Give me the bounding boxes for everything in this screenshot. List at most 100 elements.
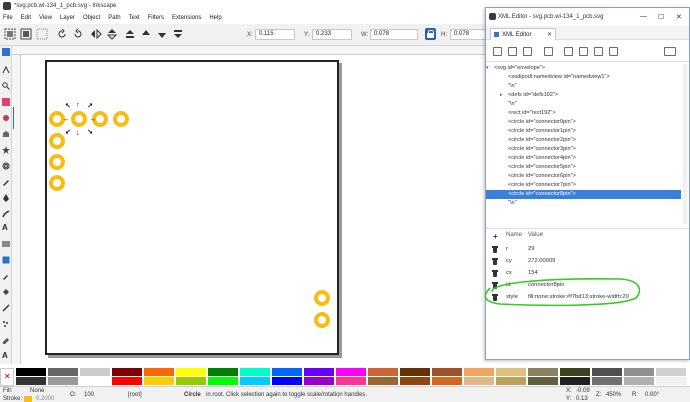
tree-node[interactable]: "\n" (486, 82, 681, 91)
node-tool-icon[interactable] (2, 65, 10, 74)
palette-swatch[interactable] (592, 368, 622, 376)
connector-circle-selected[interactable] (71, 111, 87, 127)
scale-handle-w[interactable]: ← (63, 116, 70, 123)
lower-node-icon[interactable] (609, 47, 618, 56)
palette-swatch[interactable] (48, 377, 78, 385)
palette-swatch[interactable] (624, 368, 654, 376)
tab-xml-editor[interactable]: XML Editor ✕ (490, 28, 556, 40)
palette-swatch[interactable] (272, 368, 302, 376)
palette-swatch[interactable] (656, 377, 686, 385)
palette-swatch[interactable] (176, 377, 206, 385)
rotate-cw-icon[interactable] (72, 28, 84, 40)
palette-swatch[interactable] (496, 377, 526, 385)
indent-node-icon[interactable] (579, 47, 588, 56)
palette-swatch[interactable] (240, 377, 270, 385)
palette-swatch[interactable] (16, 377, 46, 385)
connector-circle[interactable] (314, 312, 330, 328)
zoom-tool-icon[interactable] (2, 82, 10, 90)
palette-swatch[interactable] (272, 377, 302, 385)
connector-circle[interactable] (113, 111, 129, 127)
palette-swatch[interactable] (496, 368, 526, 376)
y-field[interactable]: 0.233 (312, 29, 352, 40)
palette-swatch[interactable] (368, 368, 398, 376)
connector-circle[interactable] (49, 133, 65, 149)
palette-swatch[interactable] (592, 377, 622, 385)
palette-swatch[interactable] (144, 368, 174, 376)
tree-node[interactable]: <circle id="connector7pin"> (486, 181, 681, 190)
palette-swatch[interactable] (432, 368, 462, 376)
palette-swatch[interactable] (336, 368, 366, 376)
fill-value[interactable]: None (30, 388, 44, 394)
duplicate-node-icon[interactable] (523, 47, 532, 56)
ellipse-tool-icon[interactable] (2, 114, 10, 122)
star-tool-icon[interactable] (2, 146, 10, 154)
attribute-row[interactable]: r 29 (486, 244, 689, 255)
menu-edit[interactable]: Edit (21, 15, 31, 21)
attribute-value[interactable]: 272.00009 (528, 256, 555, 267)
new-text-node-icon[interactable] (508, 47, 517, 56)
layout-options-icon[interactable] (664, 47, 676, 56)
x-field[interactable]: 0.115 (255, 29, 295, 40)
palette-swatch[interactable] (208, 368, 238, 376)
palette-swatch[interactable] (112, 368, 142, 376)
tree-node[interactable]: <rect id="rect192"> (486, 109, 681, 118)
palette-swatch[interactable] (560, 377, 590, 385)
palette-swatch[interactable] (80, 368, 110, 376)
unindent-node-icon[interactable] (564, 47, 573, 56)
w-field[interactable]: 0.078 (370, 29, 418, 40)
tree-node[interactable]: <circle id="connector0pin"> (486, 118, 681, 127)
tree-node[interactable]: "\n" (486, 199, 681, 208)
tree-scrollbar[interactable] (683, 64, 687, 224)
paint-bucket-tool-icon[interactable] (2, 288, 10, 296)
menu-help[interactable]: Help (209, 15, 221, 21)
menu-extensions[interactable]: Extensions (172, 15, 201, 21)
scale-handle-sw[interactable]: ↙ (65, 129, 71, 136)
raise-to-top-icon[interactable] (124, 28, 136, 40)
palette-swatch[interactable] (400, 368, 430, 376)
tweak-tool-icon[interactable] (2, 304, 10, 312)
scale-handle-nw[interactable]: ↖ (65, 103, 71, 110)
palette-swatch[interactable] (528, 377, 558, 385)
menu-view[interactable]: View (39, 15, 52, 21)
palette-swatch[interactable] (432, 377, 462, 385)
palette-swatch[interactable] (464, 377, 494, 385)
attribute-row[interactable]: cy 272.00009 (486, 256, 689, 267)
palette-swatch[interactable] (176, 368, 206, 376)
palette-swatch[interactable] (464, 368, 494, 376)
deselect-icon[interactable] (36, 28, 48, 40)
spray-tool-icon[interactable] (2, 320, 10, 328)
palette-swatch[interactable] (240, 368, 270, 376)
palette-swatch[interactable] (112, 377, 142, 385)
tree-node[interactable]: "\n" (486, 100, 681, 109)
spiral-tool-icon[interactable] (2, 162, 10, 170)
lower-to-bottom-icon[interactable] (172, 28, 184, 40)
palette-swatch[interactable] (208, 377, 238, 385)
stroke-swatch[interactable] (24, 396, 32, 402)
connector-circle[interactable] (49, 154, 65, 170)
close-icon[interactable]: ✕ (676, 13, 682, 21)
minimize-icon[interactable]: — (640, 13, 647, 20)
palette-swatch[interactable] (368, 377, 398, 385)
tree-node[interactable]: <circle id="connector6pin"> (486, 172, 681, 181)
palette-swatch[interactable] (16, 368, 46, 376)
gradient-tool-icon[interactable] (2, 240, 10, 248)
palette-swatch[interactable] (624, 377, 654, 385)
canvas[interactable]: ↖ ↑ ↗ ← → ↙ ↓ ↘ (21, 55, 487, 364)
rotation-value[interactable]: 0.00° (645, 392, 659, 398)
tab-close-icon[interactable]: ✕ (547, 31, 552, 38)
text-tool-icon[interactable]: A (2, 224, 10, 232)
scale-handle-e[interactable]: → (89, 116, 96, 123)
palette-swatch[interactable] (528, 368, 558, 376)
menu-path[interactable]: Path (108, 15, 120, 21)
maximize-icon[interactable]: ☐ (658, 13, 664, 21)
select-all-layers-icon[interactable] (20, 28, 32, 40)
tree-node[interactable]: <circle id="connector4pin"> (486, 154, 681, 163)
palette-swatch[interactable] (304, 377, 334, 385)
tree-node[interactable]: <circle id="connector3pin"> (486, 145, 681, 154)
flip-vertical-icon[interactable] (106, 28, 118, 40)
dropper-tool-icon[interactable] (2, 272, 10, 280)
palette-swatch[interactable] (656, 368, 686, 376)
connector-circle[interactable] (49, 175, 65, 191)
tree-node[interactable]: <circle id="connector2pin"> (486, 136, 681, 145)
new-element-node-icon[interactable] (493, 47, 502, 56)
